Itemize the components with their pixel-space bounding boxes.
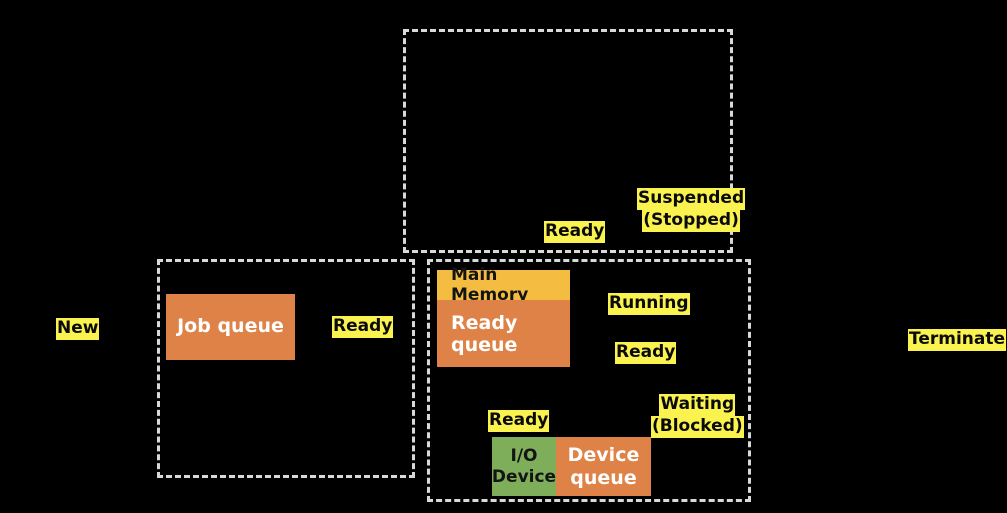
main-memory-header-label: Main Memory — [451, 265, 529, 305]
device-queue-label-line2: queue — [570, 466, 637, 489]
io-device-label-line2: Device — [491, 466, 557, 487]
job-queue-label: Job queue — [177, 315, 284, 338]
label-ready-job-to-memory: Ready — [332, 316, 394, 338]
label-ready-cpu-text: Ready — [615, 342, 677, 364]
io-device-box[interactable]: I/O Device — [492, 437, 556, 496]
label-running: Running — [608, 293, 690, 315]
label-new: New — [56, 318, 100, 340]
device-queue-label-line1: Device — [567, 444, 640, 467]
label-ready-io: Ready — [488, 410, 550, 432]
label-ready-suspended-text: Ready — [544, 221, 606, 243]
label-waiting-line1: Waiting — [659, 394, 736, 416]
label-running-text: Running — [608, 293, 690, 315]
label-suspended-line1: Suspended — [637, 188, 746, 210]
main-memory-module[interactable]: Main Memory Ready queue — [437, 265, 570, 367]
job-queue-region — [157, 259, 415, 478]
io-device-label-line1: I/O — [510, 446, 538, 467]
label-suspended: Suspended (Stopped) — [637, 188, 746, 232]
label-terminate: Terminate — [908, 329, 1007, 351]
label-suspended-line2: (Stopped) — [642, 210, 740, 232]
label-ready-cpu: Ready — [615, 342, 677, 364]
io-module[interactable]: I/O Device Device queue — [492, 437, 651, 496]
label-ready-job-to-memory-text: Ready — [332, 316, 394, 338]
main-memory-header: Main Memory — [437, 265, 570, 305]
label-ready-io-text: Ready — [488, 410, 550, 432]
label-waiting-line2: (Blocked) — [651, 416, 744, 438]
label-new-text: New — [56, 318, 100, 340]
ready-queue-box[interactable]: Ready queue — [437, 300, 570, 367]
job-queue-box[interactable]: Job queue — [166, 294, 295, 360]
device-queue-box[interactable]: Device queue — [556, 437, 651, 496]
ready-queue-label: Ready queue — [451, 311, 518, 356]
label-waiting-blocked: Waiting (Blocked) — [651, 394, 744, 438]
label-terminate-text: Terminate — [908, 329, 1007, 351]
label-ready-suspended: Ready — [544, 221, 606, 243]
diagram-canvas: Job queue Main Memory Ready queue I/O De… — [0, 0, 1007, 513]
